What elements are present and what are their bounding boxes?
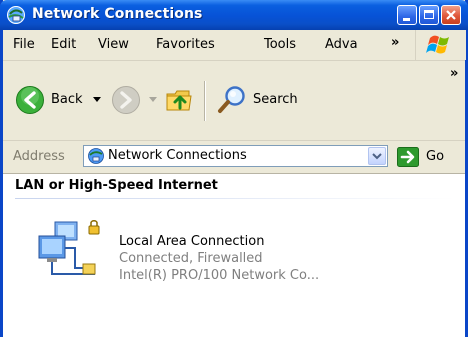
menu-tools[interactable]: Tools (264, 37, 296, 52)
connection-device: Intel(R) PRO/100 Network Co... (119, 268, 320, 283)
address-label: Address (13, 149, 65, 164)
back-arrow-icon[interactable] (15, 85, 45, 119)
menu-bar: File Edit View Favorites Tools Adva » (3, 30, 466, 61)
lan-connection-icon (35, 218, 107, 288)
standard-toolbar: Back Search » (3, 61, 465, 141)
group-divider (15, 198, 455, 199)
maximize-button[interactable] (419, 5, 439, 25)
menu-view[interactable]: View (98, 37, 129, 52)
windows-logo (415, 30, 466, 60)
connection-name: Local Area Connection (119, 234, 265, 249)
address-dropdown-button[interactable] (368, 147, 386, 165)
window-title: Network Connections (32, 6, 203, 22)
group-header-lan: LAN or High-Speed Internet (15, 178, 218, 193)
search-icon[interactable] (215, 83, 249, 121)
toolbar-overflow-chevron-icon[interactable]: » (450, 66, 459, 81)
menu-overflow-chevron-icon[interactable]: » (391, 35, 400, 50)
minimize-button[interactable] (397, 5, 417, 25)
address-bar: Address Network Connections Go (3, 141, 465, 174)
forward-dropdown-icon[interactable] (149, 97, 157, 102)
network-connections-icon (6, 5, 26, 25)
menu-favorites[interactable]: Favorites (156, 37, 215, 52)
back-dropdown-icon[interactable] (93, 97, 101, 102)
address-value: Network Connections (108, 148, 247, 163)
address-field[interactable]: Network Connections (83, 145, 388, 167)
connection-status: Connected, Firewalled (119, 251, 263, 266)
chevron-down-icon (372, 153, 382, 160)
connections-pane: LAN or High-Speed Internet Local Area Co… (3, 174, 465, 337)
go-button-label[interactable]: Go (426, 149, 444, 164)
go-arrow-icon[interactable] (397, 147, 419, 171)
menu-file[interactable]: File (13, 37, 35, 52)
forward-arrow-icon[interactable] (111, 85, 141, 119)
title-bar[interactable]: Network Connections (0, 0, 468, 30)
explorer-window: Network Connections File Edit View Favor… (0, 0, 468, 337)
connection-item-local-area[interactable]: Local Area Connection Connected, Firewal… (3, 214, 383, 294)
close-icon (446, 10, 456, 20)
back-button-label[interactable]: Back (51, 92, 83, 107)
close-button[interactable] (441, 5, 461, 25)
maximize-icon (424, 10, 434, 19)
toolbar-separator (204, 81, 206, 121)
network-connections-small-icon (87, 147, 105, 169)
menu-advanced[interactable]: Adva (325, 37, 358, 52)
minimize-icon (403, 18, 410, 21)
menu-edit[interactable]: Edit (51, 37, 76, 52)
up-folder-icon[interactable] (163, 82, 197, 120)
search-button-label[interactable]: Search (253, 92, 298, 107)
